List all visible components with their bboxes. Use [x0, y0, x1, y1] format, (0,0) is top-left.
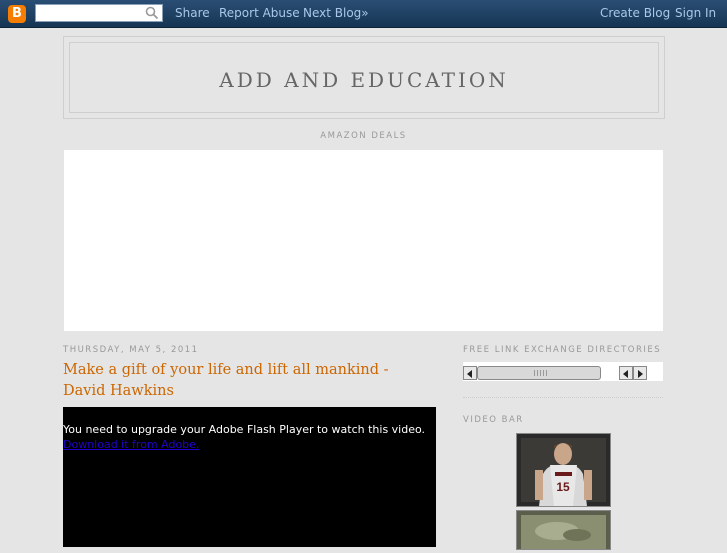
amazon-deals-heading: AMAZON DEALS	[320, 131, 407, 141]
post-date: THURSDAY, MAY 5, 2011	[63, 345, 199, 355]
video-scene-image	[517, 511, 610, 549]
blog-title[interactable]: ADD AND EDUCATION	[70, 68, 658, 92]
amazon-deals-widget[interactable]	[64, 150, 663, 331]
blogger-logo-icon[interactable]: B	[8, 5, 26, 23]
report-abuse-link[interactable]: Report Abuse	[219, 6, 300, 20]
video-bar-heading: VIDEO BAR	[463, 415, 524, 425]
link-exchange-widget[interactable]	[463, 362, 663, 381]
video-thumbnail[interactable]: 15	[516, 433, 611, 507]
arrow-right-icon	[638, 370, 643, 378]
blog-header: ADD AND EDUCATION	[63, 36, 665, 119]
video-thumbnail[interactable]	[516, 510, 611, 550]
basketball-player-image: 15	[517, 434, 610, 506]
scroll-left-button-2[interactable]	[619, 366, 633, 380]
scroll-right-button[interactable]	[633, 366, 647, 380]
sign-in-link[interactable]: Sign In	[675, 6, 716, 20]
post-title[interactable]: Make a gift of your life and lift all ma…	[63, 360, 423, 402]
flash-video-player[interactable]: You need to upgrade your Adobe Flash Pla…	[63, 407, 436, 547]
scroll-grip-icon	[534, 370, 548, 376]
create-blog-link[interactable]: Create Blog	[600, 6, 670, 20]
blogger-navbar: B Share Report Abuse Next Blog» Create B…	[0, 0, 727, 28]
share-link[interactable]: Share	[175, 6, 210, 20]
arrow-left-icon	[623, 370, 628, 378]
svg-text:15: 15	[556, 480, 570, 494]
search-input[interactable]	[35, 4, 163, 22]
arrow-left-icon	[467, 370, 472, 378]
next-blog-link[interactable]: Next Blog»	[303, 6, 369, 20]
scroll-left-button[interactable]	[463, 366, 477, 380]
link-exchange-heading: FREE LINK EXCHANGE DIRECTORIES	[463, 345, 662, 355]
download-adobe-link[interactable]: Download it from Adobe.	[63, 438, 199, 451]
search-icon[interactable]	[145, 6, 159, 20]
flash-upgrade-message: You need to upgrade your Adobe Flash Pla…	[63, 423, 426, 436]
blog-header-inner: ADD AND EDUCATION	[69, 42, 659, 113]
sidebar-divider	[463, 397, 663, 398]
horizontal-scrollbar[interactable]	[477, 366, 601, 380]
